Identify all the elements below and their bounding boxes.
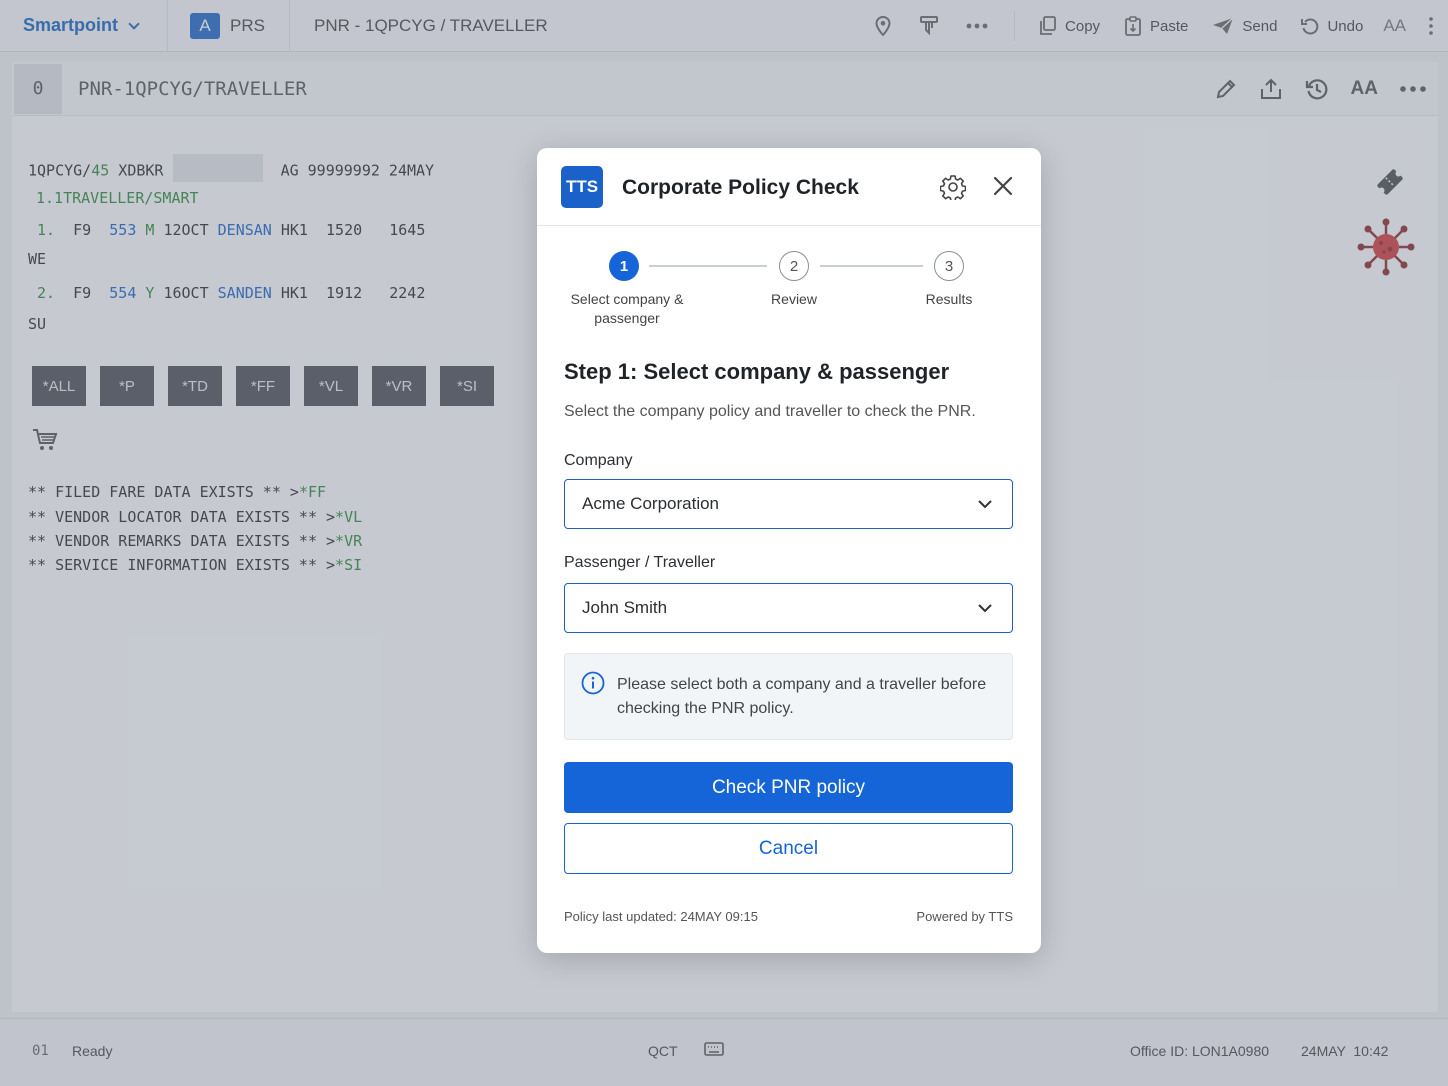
powered-by-text: Powered by TTS <box>916 909 1013 924</box>
settings-gear-icon[interactable] <box>939 174 967 205</box>
step-connector <box>649 265 767 267</box>
check-pnr-policy-button[interactable]: Check PNR policy <box>564 762 1013 813</box>
chevron-down-icon <box>978 500 992 509</box>
cancel-button[interactable]: Cancel <box>564 823 1013 874</box>
company-value: Acme Corporation <box>582 494 720 513</box>
step-3-label: Results <box>925 291 973 307</box>
step-1-label-line: Select company & <box>570 291 684 307</box>
passenger-value: John Smith <box>582 598 668 617</box>
policy-updated-text: Policy last updated: 24MAY 09:15 <box>564 909 758 924</box>
tts-logo: TTS <box>561 166 603 208</box>
passenger-select[interactable]: John Smith <box>564 583 1013 633</box>
info-notice: Please select both a company and a trave… <box>564 653 1013 740</box>
step-2-label: Review <box>771 291 817 307</box>
step-description: Select the company policy and traveller … <box>564 403 976 420</box>
step-heading: Step 1: Select company & passenger <box>564 359 950 384</box>
info-icon <box>581 671 605 695</box>
step-1-label-line: passenger <box>594 310 660 326</box>
step-1-label: Select company & passenger <box>557 290 697 328</box>
step-2-indicator: 2 <box>779 251 809 281</box>
step-connector <box>820 265 923 267</box>
dialog-header: TTS Corporate Policy Check <box>537 148 1041 226</box>
info-text: Please select both a company and a trave… <box>617 676 987 717</box>
passenger-label: Passenger / Traveller <box>564 554 716 571</box>
company-select[interactable]: Acme Corporation <box>564 479 1013 529</box>
company-label: Company <box>564 452 633 469</box>
dialog-title: Corporate Policy Check <box>622 176 859 199</box>
progress-stepper: 1 2 3 Select company & passenger Review … <box>537 248 1041 338</box>
step-1-indicator: 1 <box>609 251 639 281</box>
close-icon[interactable] <box>992 175 1014 202</box>
corporate-policy-dialog: TTS Corporate Policy Check 1 2 3 Select … <box>537 148 1041 953</box>
chevron-down-icon <box>978 604 992 613</box>
step-3-indicator: 3 <box>934 251 964 281</box>
